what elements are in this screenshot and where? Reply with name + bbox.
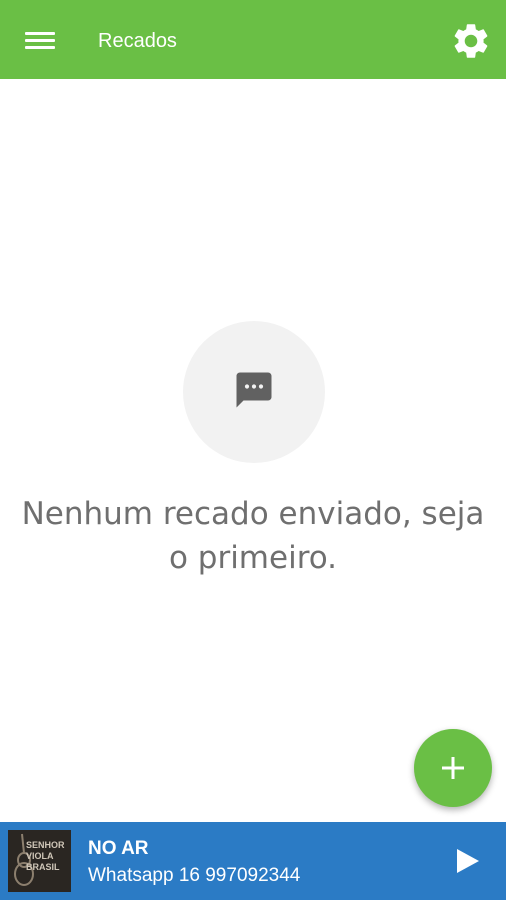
player-subtitle: Whatsapp 16 997092344 <box>88 865 301 886</box>
menu-button[interactable] <box>23 28 57 54</box>
cover-text: SENHOR VIOLA BRASIL <box>26 840 65 872</box>
chat-bubble-icon <box>236 372 272 408</box>
page-title: Recados <box>98 30 177 52</box>
play-icon <box>457 849 479 873</box>
play-button[interactable] <box>452 846 482 876</box>
plus-icon <box>442 757 464 779</box>
gear-icon <box>454 24 488 58</box>
add-message-button[interactable] <box>414 729 492 807</box>
empty-state-message: Nenhum recado enviado, seja o primeiro. <box>21 496 485 576</box>
radio-player-bar[interactable]: SENHOR VIOLA BRASIL NO AR Whatsapp 16 99… <box>0 822 506 900</box>
settings-button[interactable] <box>450 20 492 62</box>
app-bar: Recados <box>0 0 506 79</box>
empty-state-illustration <box>183 321 325 463</box>
station-cover-image: SENHOR VIOLA BRASIL <box>8 830 71 892</box>
player-status: NO AR <box>88 838 149 859</box>
hamburger-menu-icon <box>25 32 55 35</box>
